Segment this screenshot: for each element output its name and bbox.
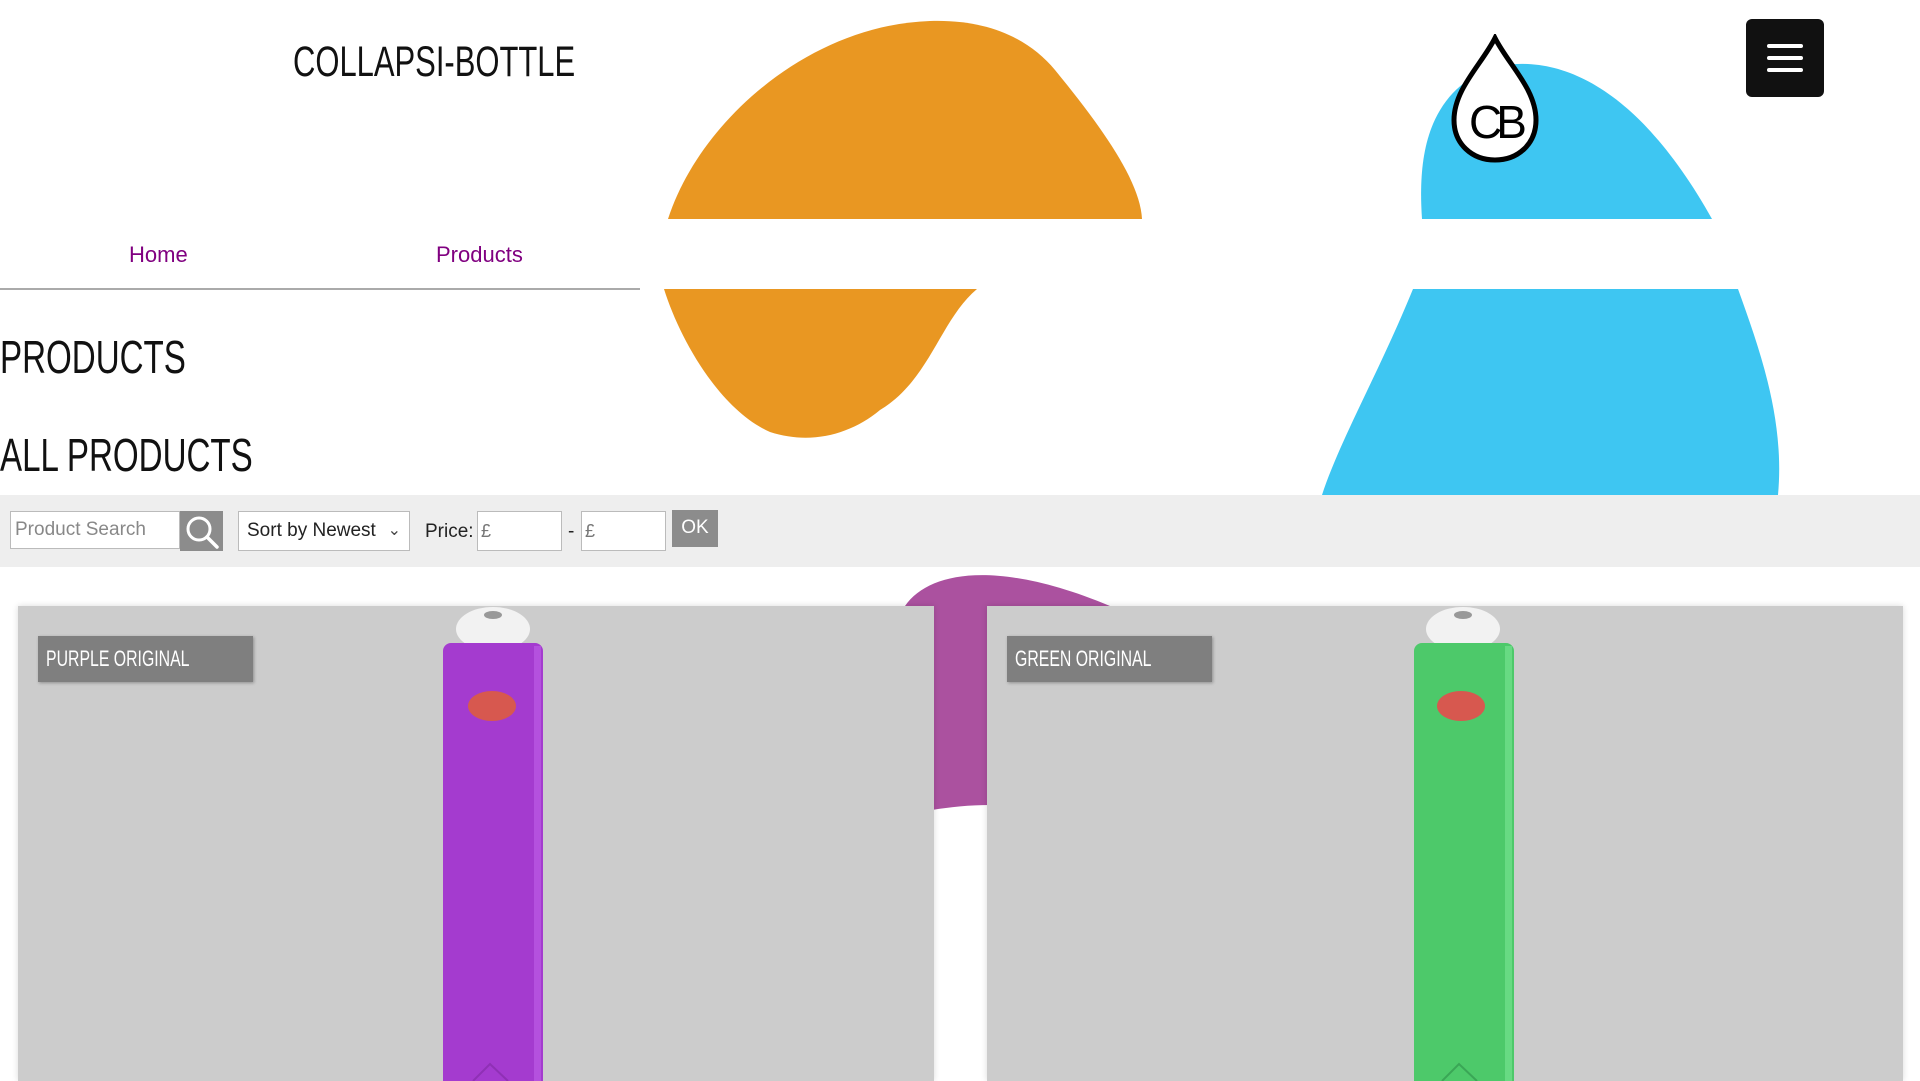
product-name-label: PURPLE ORIGINAL [38,636,254,682]
droplet-logo-icon[interactable]: CB [1448,34,1543,164]
nav-link-products[interactable]: Products [436,242,523,268]
product-search-input[interactable] [10,511,180,549]
sort-select-value: Sort by Newest [247,520,376,541]
price-label: Price: [425,521,474,542]
filter-bar: Sort by Newest ⌄ Price: - OK [0,495,1920,567]
logo-lettering: CB [1469,96,1525,148]
product-card-green-original[interactable]: GREEN ORIGINAL [987,606,1903,1081]
price-separator: - [568,521,575,542]
product-name-label: GREEN ORIGINAL [1007,636,1213,682]
menu-bar-icon [1767,68,1803,72]
nav-link-home[interactable]: Home [129,242,188,268]
site-title[interactable]: COLLAPSI-BOTTLE [293,38,575,87]
search-icon [186,516,219,549]
price-max-input[interactable] [581,511,666,551]
price-ok-button[interactable]: OK [672,510,718,547]
orange-blob-top [668,20,1142,219]
menu-bar-icon [1767,44,1803,48]
main-nav: Home Products [0,220,640,290]
search-button[interactable] [180,511,223,551]
orange-blob-bottom [664,289,977,438]
product-card-purple-original[interactable]: PURPLE ORIGINAL [18,606,934,1081]
price-min-input[interactable] [477,511,562,551]
blue-blob-bottom [1322,289,1780,495]
sort-select[interactable]: Sort by Newest ⌄ [238,511,410,551]
hamburger-menu-button[interactable] [1746,19,1824,97]
section-title: ALL PRODUCTS [0,429,253,481]
page-title: PRODUCTS [0,331,186,383]
menu-bar-icon [1767,56,1803,60]
chevron-down-icon: ⌄ [387,522,401,539]
